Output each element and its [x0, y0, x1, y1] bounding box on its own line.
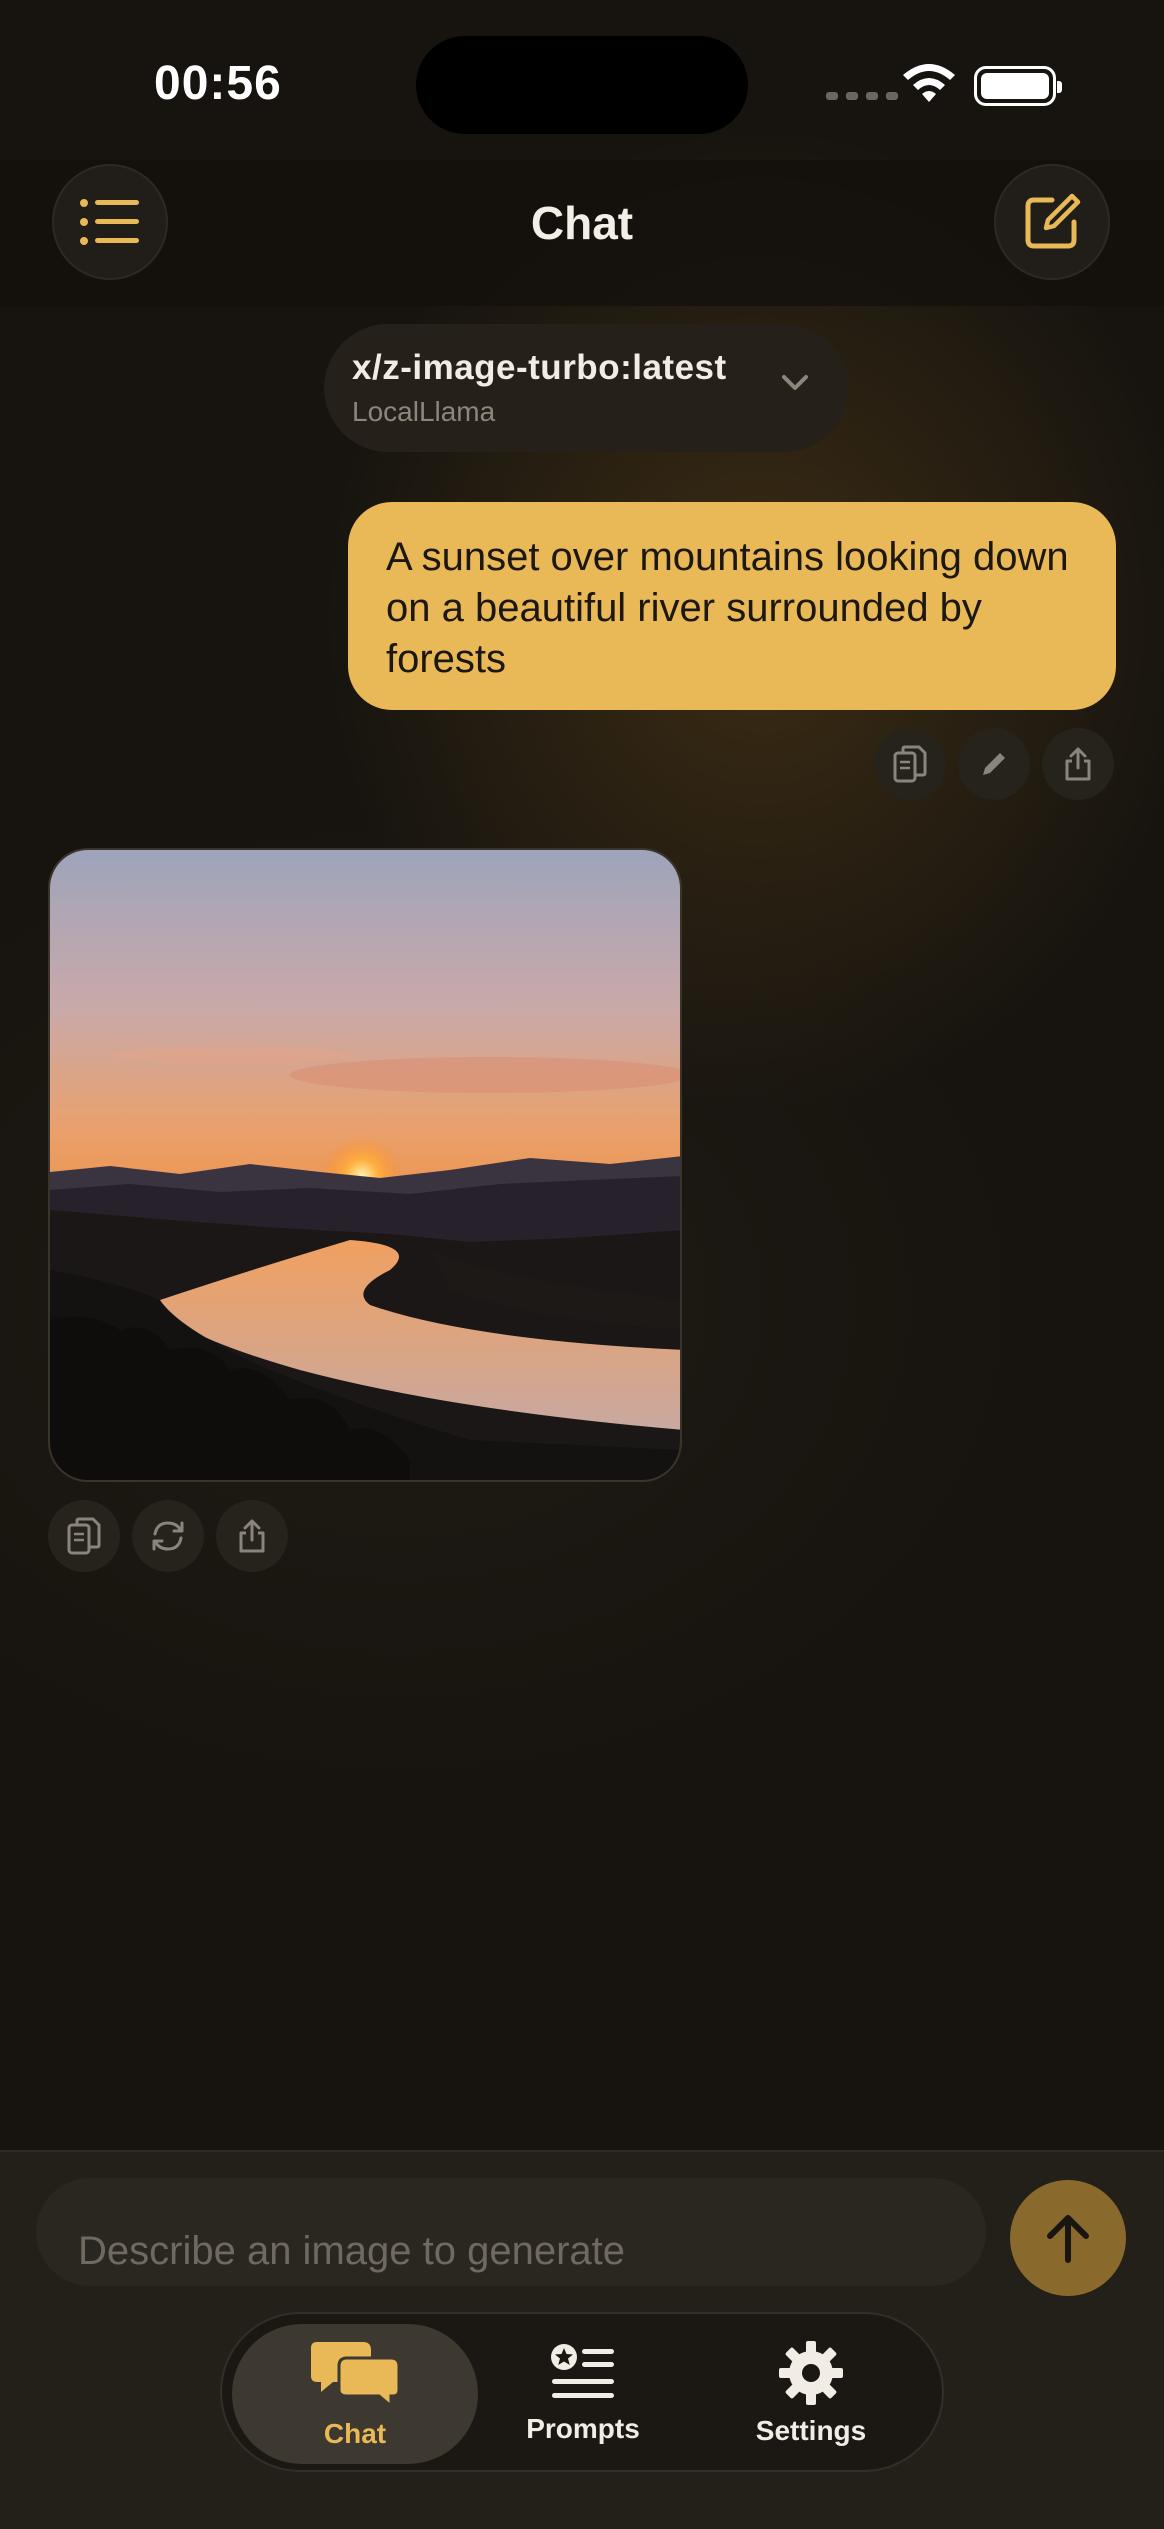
model-name: x/z-image-turbo:latest: [352, 348, 727, 387]
copy-icon: [893, 745, 927, 783]
user-message-bubble[interactable]: A sunset over mountains looking down on …: [348, 502, 1116, 710]
regenerate-button[interactable]: [132, 1500, 204, 1572]
copy-image-button[interactable]: [48, 1500, 120, 1572]
cellular-signal-icon: [826, 92, 898, 100]
prompts-list-icon: [551, 2344, 614, 2398]
dynamic-island: [416, 36, 748, 134]
chevron-down-icon: [782, 375, 808, 390]
new-chat-button[interactable]: [994, 164, 1110, 280]
copy-message-button[interactable]: [874, 728, 946, 800]
prompt-input[interactable]: [36, 2178, 986, 2286]
share-message-button[interactable]: [1042, 728, 1114, 800]
copy-icon: [67, 1517, 101, 1555]
assistant-message-actions: [48, 1500, 288, 1572]
tab-bar: Chat Prompts Settings: [220, 2312, 944, 2472]
edit-icon: [983, 753, 1005, 775]
battery-icon: [974, 66, 1062, 106]
chat-bubbles-icon: [311, 2342, 399, 2408]
tab-chat-label: Chat: [323, 2418, 387, 2449]
model-selector[interactable]: x/z-image-turbo:latest LocalLlama: [324, 324, 848, 452]
status-time: 00:56: [154, 57, 282, 110]
regenerate-icon: [152, 1521, 184, 1551]
tab-prompts-label: Prompts: [526, 2413, 640, 2444]
generated-image[interactable]: [48, 848, 682, 1482]
tab-settings[interactable]: Settings: [688, 2324, 934, 2464]
send-button[interactable]: [1010, 2180, 1126, 2296]
model-provider: LocalLlama: [352, 396, 496, 427]
navigation-header: Chat: [0, 160, 1164, 306]
arrow-up-icon: [1047, 2215, 1089, 2263]
share-image-button[interactable]: [216, 1500, 288, 1572]
status-bar: 00:56: [0, 0, 1164, 160]
share-icon: [1065, 747, 1091, 781]
user-message-actions: [874, 728, 1114, 800]
page-title: Chat: [530, 197, 634, 249]
edit-message-button[interactable]: [958, 728, 1030, 800]
gear-icon: [779, 2341, 843, 2405]
compose-icon: [1025, 193, 1081, 249]
tab-prompts[interactable]: Prompts: [460, 2324, 706, 2464]
share-icon: [239, 1519, 265, 1553]
tab-chat[interactable]: Chat: [232, 2324, 478, 2464]
tab-settings-label: Settings: [755, 2415, 867, 2446]
sunset-river-image: [50, 850, 680, 1480]
wifi-icon: [903, 64, 955, 102]
